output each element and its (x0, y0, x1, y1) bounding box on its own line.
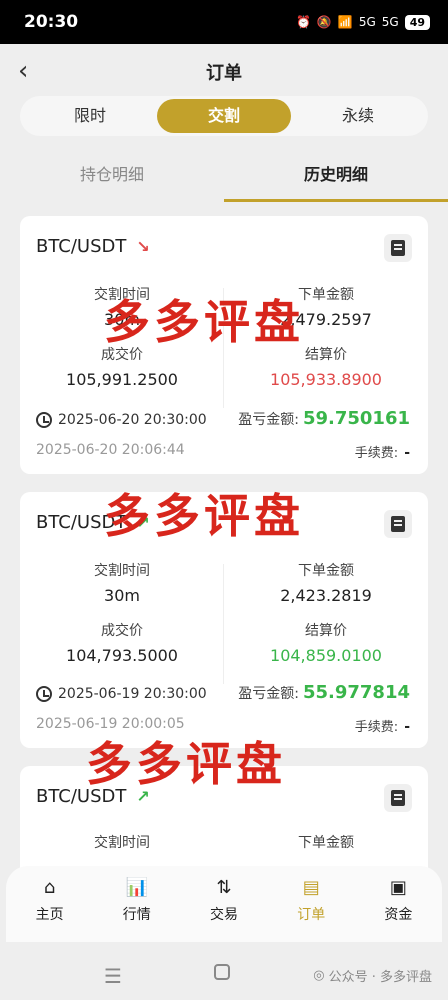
order-amount-label: 下单金额 (224, 832, 428, 852)
pnl-value: 59.750161 (302, 408, 410, 429)
order-detail-button[interactable] (384, 234, 412, 262)
settle-price-value: 104,859.0100 (270, 646, 382, 665)
nav-trade-label: 交易 (210, 907, 238, 923)
trading-pair: BTC/USDT (36, 236, 127, 257)
close-time: 2025-06-20 20:30:00 (36, 412, 207, 428)
order-amount-label-text: 下单金额 (298, 835, 354, 851)
close-time-value: 2025-06-19 20:30:00 (58, 686, 207, 702)
open-time: 2025-06-20 20:06:44 (36, 442, 185, 458)
nav-home[interactable]: ⌂ 主页 (6, 876, 93, 942)
watermark-text: 多多评盘 (86, 737, 286, 791)
settle-price-value: 105,933.8900 (270, 370, 382, 389)
nav-market-label: 行情 (122, 907, 151, 923)
page-title: 订单 (206, 63, 242, 84)
nav-trade[interactable]: ⇅ 交易 (180, 876, 267, 942)
tab-history[interactable]: 历史明细 (224, 150, 448, 202)
pnl: 盈亏金额: 59.750161 (238, 408, 410, 429)
tab-positions[interactable]: 持仓明细 (0, 150, 224, 202)
nav-orders[interactable]: ▤ 订单 (268, 876, 355, 942)
deal-price-label: 成交价 (101, 623, 143, 639)
trend-down-icon: ↘ (136, 237, 150, 256)
market-chart-icon: 📊 (125, 876, 149, 898)
watermark-text: 多多评盘 (104, 295, 304, 349)
settle-price-cell: 结算价 104,859.0100 (224, 620, 428, 665)
signal-2-icon: 5G (381, 15, 399, 29)
status-icons: ⏰ 🔕 📶 5G 5G 49 (295, 14, 430, 30)
order-detail-button[interactable] (384, 784, 412, 812)
status-time: 20:30 (24, 12, 79, 32)
nav-funds-label: 资金 (384, 907, 413, 923)
order-type-segment: 限时 交割 永续 (20, 96, 428, 136)
pnl-label: 盈亏金额: (238, 412, 299, 428)
fee-value: - (404, 445, 410, 461)
order-detail-button[interactable] (384, 510, 412, 538)
status-bar: 20:30 ⏰ 🔕 📶 5G 5G 49 (0, 0, 448, 44)
alarm-icon: ⏰ (295, 15, 311, 29)
wifi-icon: 📶 (337, 15, 353, 29)
fee-label: 手续费: (354, 446, 399, 461)
pnl-value: 55.977814 (302, 682, 410, 703)
home-button-icon[interactable] (214, 964, 230, 980)
order-amount-value: 2,423.2819 (280, 586, 372, 605)
delivery-time-cell: 交割时间 30m (20, 560, 224, 605)
order-amount-label: 下单金额 (298, 563, 354, 579)
document-icon (391, 240, 405, 256)
fee: 手续费: - (355, 716, 410, 735)
footer-watermark-text: 公众号 · 多多评盘 (328, 970, 432, 985)
deal-price-value: 105,991.2500 (66, 370, 178, 389)
fee-value: - (404, 719, 410, 735)
segment-delivery[interactable]: 交割 (157, 99, 291, 133)
bottom-nav: ⌂ 主页 📊 行情 ⇅ 交易 ▤ 订单 ▣ 资金 (6, 866, 442, 942)
signal-1-icon: 5G (358, 15, 376, 29)
wechat-icon: ◎ (313, 968, 325, 983)
home-icon: ⌂ (43, 876, 56, 898)
watermark-text: 多多评盘 (104, 489, 304, 543)
nav-market[interactable]: 📊 行情 (93, 876, 180, 942)
document-icon (391, 516, 405, 532)
page-header: ‹ 订单 (0, 44, 448, 100)
segment-limit[interactable]: 限时 (23, 99, 157, 133)
delivery-time-label-text: 交割时间 (94, 835, 150, 851)
segment-perpetual[interactable]: 永续 (291, 99, 425, 133)
fee-label: 手续费: (354, 720, 399, 735)
mute-icon: 🔕 (316, 15, 332, 29)
deal-price-cell: 成交价 104,793.5000 (20, 620, 224, 665)
back-arrow-icon[interactable]: ‹ (18, 56, 28, 86)
order-amount-cell: 下单金额 2,423.2819 (224, 560, 428, 605)
clock-icon (36, 412, 52, 428)
close-time-value: 2025-06-20 20:30:00 (58, 412, 207, 428)
delivery-time-value: 30m (104, 586, 140, 605)
deal-price-value: 104,793.5000 (66, 646, 178, 665)
system-nav-bar: ☰ ◎ 公众号 · 多多评盘 (0, 944, 448, 1000)
menu-icon[interactable]: ☰ (104, 964, 122, 988)
order-document-icon: ▤ (302, 876, 320, 898)
swap-arrows-icon: ⇅ (216, 876, 232, 898)
footer-watermark: ◎ 公众号 · 多多评盘 (313, 966, 432, 985)
clock-icon (36, 686, 52, 702)
fee: 手续费: - (355, 442, 410, 461)
pnl-label: 盈亏金额: (238, 686, 299, 702)
pnl: 盈亏金额: 55.977814 (238, 682, 410, 703)
document-icon (391, 790, 405, 806)
nav-funds[interactable]: ▣ 资金 (355, 876, 442, 942)
card-header: BTC/USDT ↘ (36, 236, 150, 257)
delivery-time-label: 交割时间 (94, 563, 150, 579)
wallet-icon: ▣ (389, 876, 407, 898)
order-fields: 交割时间 30m 下单金额 2,423.2819 成交价 104,793.500… (20, 558, 428, 684)
detail-tabs: 持仓明细 历史明细 (0, 150, 448, 202)
close-time: 2025-06-19 20:30:00 (36, 686, 207, 702)
settle-price-label: 结算价 (305, 623, 347, 639)
battery-icon: 49 (404, 14, 430, 30)
delivery-time-label: 交割时间 (20, 832, 224, 852)
nav-home-label: 主页 (35, 907, 64, 923)
nav-orders-label: 订单 (297, 907, 326, 923)
